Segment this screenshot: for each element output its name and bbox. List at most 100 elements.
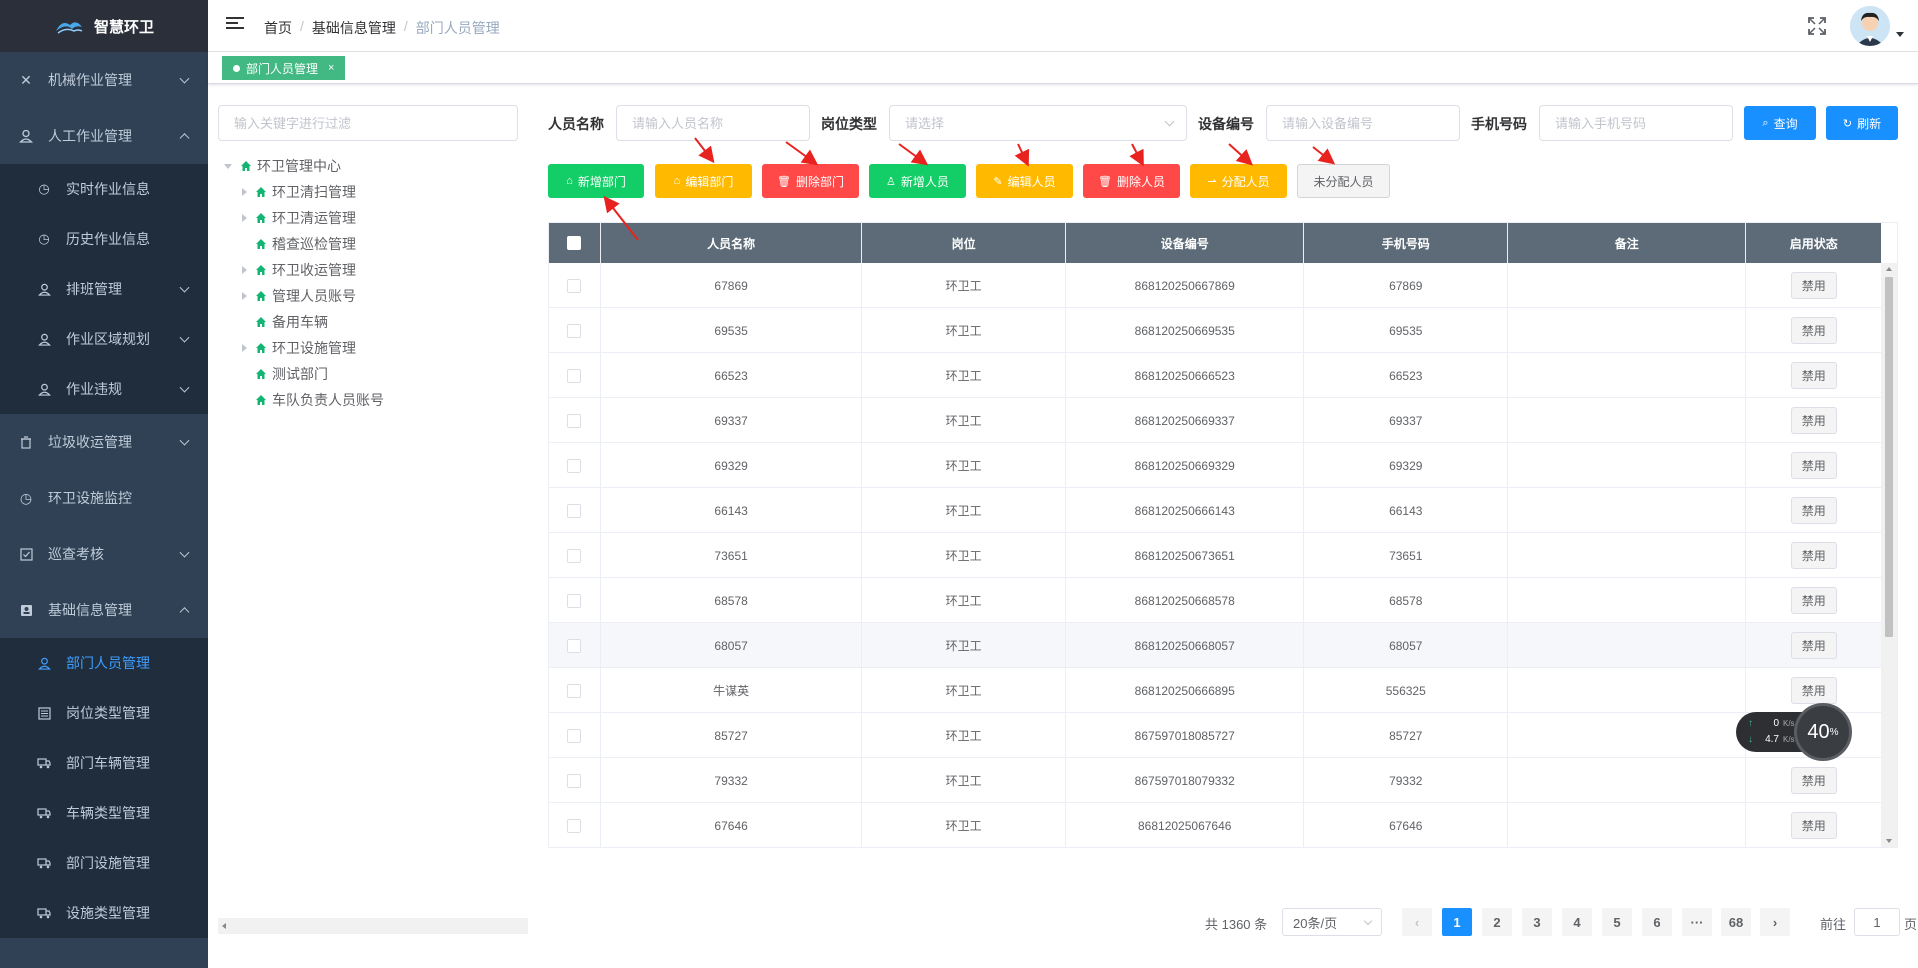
col-phone[interactable]: 手机号码 xyxy=(1304,223,1509,263)
col-name[interactable]: 人员名称 xyxy=(601,223,863,263)
sidebar-item-dept-person[interactable]: 部门人员管理 xyxy=(0,638,208,688)
menu-inspection[interactable]: 巡查考核 xyxy=(0,526,208,582)
tree-node[interactable]: 稽查巡检管理 xyxy=(224,231,524,257)
scroll-up-icon[interactable] xyxy=(1886,267,1892,271)
refresh-button[interactable]: ↻ 刷新 xyxy=(1826,106,1898,140)
disable-button[interactable]: 禁用 xyxy=(1790,362,1837,389)
breadcrumb-basic-info[interactable]: 基础信息管理 xyxy=(312,18,396,38)
tag-dept-person[interactable]: 部门人员管理 × xyxy=(222,56,346,80)
fullscreen-icon[interactable] xyxy=(1808,17,1826,35)
next-page-button[interactable]: › xyxy=(1760,908,1790,936)
menu-manual[interactable]: 人工作业管理 xyxy=(0,108,208,164)
disable-button[interactable]: 禁用 xyxy=(1790,497,1837,524)
row-checkbox[interactable] xyxy=(567,278,582,293)
sidebar-item-schedule[interactable]: 排班管理 xyxy=(0,264,208,314)
sidebar-item-area[interactable]: 作业区域规划 xyxy=(0,314,208,364)
page-button[interactable]: 1 xyxy=(1442,908,1472,936)
caret-right-icon[interactable] xyxy=(242,292,247,300)
menu-garbage[interactable]: 垃圾收运管理 xyxy=(0,414,208,470)
row-checkbox[interactable] xyxy=(567,413,582,428)
row-checkbox[interactable] xyxy=(567,593,582,608)
post-select[interactable] xyxy=(889,105,1187,141)
tree-node[interactable]: 管理人员账号 xyxy=(224,283,524,309)
sidebar-item-violation[interactable]: 作业违规 xyxy=(0,364,208,414)
add-dept-button[interactable]: ⌂ 新增部门 xyxy=(548,164,644,198)
sidebar-item-vehicle-type[interactable]: 车辆类型管理 xyxy=(0,788,208,838)
disable-button[interactable]: 禁用 xyxy=(1790,452,1837,479)
add-person-button[interactable]: ♙ 新增人员 xyxy=(869,164,966,198)
goto-page-input[interactable] xyxy=(1854,908,1900,936)
disable-button[interactable]: 禁用 xyxy=(1790,677,1837,704)
page-button[interactable]: 68 xyxy=(1721,908,1751,936)
col-status[interactable]: 启用状态 xyxy=(1746,223,1881,263)
page-button[interactable]: 6 xyxy=(1642,908,1672,936)
tree-node[interactable]: 备用车辆 xyxy=(224,309,524,335)
table-row[interactable]: 69329 环卫工 868120250669329 69329 禁用 xyxy=(549,443,1881,488)
row-checkbox[interactable] xyxy=(567,728,582,743)
more-pages-button[interactable]: ··· xyxy=(1682,908,1712,936)
sidebar-item-history[interactable]: ◷ 历史作业信息 xyxy=(0,214,208,264)
unassigned-person-button[interactable]: 未分配人员 xyxy=(1297,164,1390,198)
disable-button[interactable]: 禁用 xyxy=(1790,317,1837,344)
tree-filter-input[interactable] xyxy=(218,105,518,141)
disable-button[interactable]: 禁用 xyxy=(1790,587,1837,614)
close-icon[interactable]: × xyxy=(328,62,334,74)
net-speed-widget[interactable]: ↑ 0 K/s ↓ 4.7 K/s 40% xyxy=(1736,703,1854,761)
row-checkbox[interactable] xyxy=(567,503,582,518)
table-row[interactable]: 67646 环卫工 86812025067646 67646 禁用 xyxy=(549,803,1881,847)
tree-node[interactable]: 环卫清运管理 xyxy=(224,205,524,231)
scroll-thumb[interactable] xyxy=(1885,277,1893,637)
menu-basic-info[interactable]: 基础信息管理 xyxy=(0,582,208,638)
table-row[interactable]: 68578 环卫工 868120250668578 68578 禁用 xyxy=(549,578,1881,623)
row-checkbox[interactable] xyxy=(567,683,582,698)
sidebar-item-dept-facility[interactable]: 部门设施管理 xyxy=(0,838,208,888)
page-size-select[interactable]: 20条/页 xyxy=(1282,908,1382,936)
caret-down-icon[interactable] xyxy=(1896,32,1904,37)
tree-node[interactable]: 环卫设施管理 xyxy=(224,335,524,361)
disable-button[interactable]: 禁用 xyxy=(1790,542,1837,569)
row-checkbox[interactable] xyxy=(567,368,582,383)
page-button[interactable]: 3 xyxy=(1522,908,1552,936)
caret-right-icon[interactable] xyxy=(242,214,247,222)
edit-person-button[interactable]: ✎ 编辑人员 xyxy=(976,164,1073,198)
disable-button[interactable]: 禁用 xyxy=(1790,812,1837,839)
col-device[interactable]: 设备编号 xyxy=(1066,223,1305,263)
avatar[interactable] xyxy=(1850,6,1890,46)
disable-button[interactable]: 禁用 xyxy=(1790,407,1837,434)
edit-dept-button[interactable]: ⌂ 编辑部门 xyxy=(655,164,752,198)
breadcrumb-home[interactable]: 首页 xyxy=(264,18,292,38)
sidebar-item-post-type[interactable]: 岗位类型管理 xyxy=(0,688,208,738)
tree-node[interactable]: 车队负责人员账号 xyxy=(224,387,524,413)
row-checkbox[interactable] xyxy=(567,773,582,788)
row-checkbox[interactable] xyxy=(567,548,582,563)
table-row[interactable]: 69337 环卫工 868120250669337 69337 禁用 xyxy=(549,398,1881,443)
sidebar-item-realtime[interactable]: ◷ 实时作业信息 xyxy=(0,164,208,214)
table-scrollbar[interactable] xyxy=(1881,263,1897,847)
disable-button[interactable]: 禁用 xyxy=(1790,272,1837,299)
table-row[interactable]: 68057 环卫工 868120250668057 68057 禁用 xyxy=(549,623,1881,668)
table-row[interactable]: 73651 环卫工 868120250673651 73651 禁用 xyxy=(549,533,1881,578)
page-button[interactable]: 4 xyxy=(1562,908,1592,936)
name-input[interactable] xyxy=(616,105,810,141)
hamburger-icon[interactable] xyxy=(226,17,244,33)
row-checkbox[interactable] xyxy=(567,638,582,653)
row-checkbox[interactable] xyxy=(567,323,582,338)
col-post[interactable]: 岗位 xyxy=(862,223,1067,263)
scroll-down-icon[interactable] xyxy=(1886,839,1892,843)
table-row[interactable]: 85727环卫工86759701808572785727禁用 xyxy=(549,713,1881,758)
row-checkbox[interactable] xyxy=(567,818,582,833)
sidebar-item-dept-vehicle[interactable]: 部门车辆管理 xyxy=(0,738,208,788)
select-all-checkbox[interactable] xyxy=(567,236,582,250)
delete-dept-button[interactable]: 🗑 删除部门 xyxy=(762,164,859,198)
table-row[interactable]: 66523 环卫工 868120250666523 66523 禁用 xyxy=(549,353,1881,398)
tree-node[interactable]: 环卫清扫管理 xyxy=(224,179,524,205)
tree-node[interactable]: 测试部门 xyxy=(224,361,524,387)
phone-input[interactable] xyxy=(1539,105,1733,141)
page-button[interactable]: 5 xyxy=(1602,908,1632,936)
tree-node-root[interactable]: 环卫管理中心 xyxy=(224,153,524,179)
col-remark[interactable]: 备注 xyxy=(1508,223,1747,263)
query-button[interactable]: ⌕ 查询 xyxy=(1744,106,1816,140)
caret-right-icon[interactable] xyxy=(242,266,247,274)
delete-person-button[interactable]: 🗑 删除人员 xyxy=(1083,164,1180,198)
disable-button[interactable]: 禁用 xyxy=(1790,767,1837,794)
